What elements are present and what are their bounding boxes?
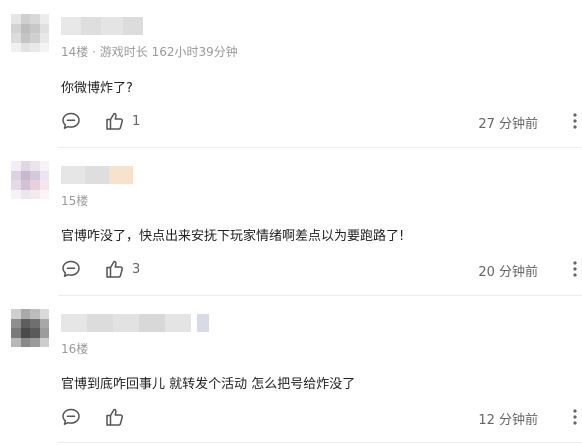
comment-bubble-icon bbox=[62, 260, 80, 277]
username[interactable] bbox=[61, 166, 133, 184]
comment-time: 27 分钟前 bbox=[478, 117, 538, 132]
comment-item: 16楼 官博到底咋回事儿 就转发个活动 怎么把号给炸没了 12 分钟前 bbox=[0, 296, 582, 445]
floor-number: 14楼 bbox=[61, 45, 89, 59]
comment-actions: 12 分钟前 bbox=[0, 406, 582, 430]
reply-button[interactable] bbox=[60, 406, 82, 428]
reply-button[interactable] bbox=[60, 110, 82, 132]
more-options-icon bbox=[573, 409, 577, 425]
comment-meta: 14楼 · 游戏时长 162小时39分钟 bbox=[61, 43, 238, 60]
like-count: 3 bbox=[132, 261, 141, 277]
more-options-icon bbox=[573, 113, 577, 129]
divider bbox=[58, 442, 582, 443]
username[interactable] bbox=[61, 314, 209, 332]
avatar[interactable] bbox=[11, 309, 49, 347]
comment-time: 20 分钟前 bbox=[478, 265, 538, 280]
comment-actions: 1 27 分钟前 bbox=[0, 110, 582, 134]
comment-text: 官博到底咋回事儿 就转发个活动 怎么把号给炸没了 bbox=[61, 377, 356, 392]
more-options-button[interactable] bbox=[567, 260, 579, 278]
playtime-label: 游戏时长 bbox=[99, 45, 148, 59]
comment-item: 14楼 · 游戏时长 162小时39分钟 你微博炸了? 1 27 分钟前 bbox=[0, 0, 582, 148]
comment-text: 官博咋没了，快点出来安抚下玩家情绪啊差点以为要跑路了! bbox=[61, 229, 405, 244]
comment-time: 12 分钟前 bbox=[478, 413, 538, 428]
thumbs-up-icon bbox=[106, 408, 124, 426]
comment-actions: 3 20 分钟前 bbox=[0, 258, 582, 282]
thumbs-up-icon bbox=[106, 112, 124, 130]
floor-number: 15楼 bbox=[61, 194, 89, 208]
reply-button[interactable] bbox=[60, 258, 82, 280]
comment-meta: 16楼 bbox=[61, 340, 88, 357]
thumbs-up-icon bbox=[106, 260, 124, 278]
comment-text: 你微博炸了? bbox=[61, 81, 133, 96]
comment-item: 15楼 官博咋没了，快点出来安抚下玩家情绪啊差点以为要跑路了! 3 20 分钟前 bbox=[0, 148, 582, 296]
comment-meta: 15楼 bbox=[61, 192, 88, 209]
more-options-button[interactable] bbox=[567, 112, 579, 130]
like-button[interactable]: 1 bbox=[104, 110, 140, 132]
playtime-value: 162小时39分钟 bbox=[151, 45, 238, 59]
comment-bubble-icon bbox=[62, 408, 80, 425]
comment-bubble-icon bbox=[62, 112, 80, 129]
meta-separator: · bbox=[88, 45, 100, 59]
avatar[interactable] bbox=[11, 161, 49, 199]
like-count: 1 bbox=[132, 113, 141, 129]
more-options-icon bbox=[573, 261, 577, 277]
floor-number: 16楼 bbox=[61, 342, 89, 356]
avatar[interactable] bbox=[11, 14, 49, 52]
like-button[interactable]: 3 bbox=[104, 258, 140, 280]
username[interactable] bbox=[61, 17, 143, 35]
like-button[interactable] bbox=[104, 406, 132, 428]
more-options-button[interactable] bbox=[567, 408, 579, 426]
